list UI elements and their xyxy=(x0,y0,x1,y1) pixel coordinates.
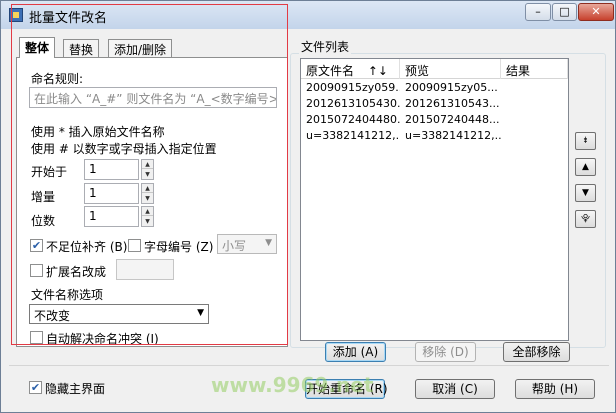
table-row[interactable]: 2012613105430... 201261310543... xyxy=(301,97,568,113)
hint-asterisk: 使用 * 插入原始文件名称 xyxy=(31,125,165,139)
chevron-down-icon: ▼ xyxy=(197,308,204,318)
cell-preview: 201261310543... xyxy=(405,97,500,110)
naming-rule-placeholder: 在此输入 “A_#” 则文件名为 “A_<数字编号>” xyxy=(34,92,277,106)
move-down-icon: ▼ xyxy=(582,188,589,198)
column-original-label: 原文件名 xyxy=(306,64,355,78)
hint-hash: 使用 # 以数字或字母插入指定位置 xyxy=(31,142,217,156)
move-bottom-button[interactable]: ⯓ xyxy=(575,210,596,228)
help-button[interactable]: 帮助 (H) xyxy=(515,379,595,399)
move-up-icon: ▲ xyxy=(582,162,589,172)
name-options-select[interactable]: 不改变 ▼ xyxy=(29,304,209,324)
step-label: 增量 xyxy=(31,190,56,204)
step-input[interactable]: 1 xyxy=(84,183,139,204)
overall-panel: 命名规则: 在此输入 “A_#” 则文件名为 “A_<数字编号>” 使用 * 插… xyxy=(16,57,288,347)
column-result[interactable]: 结果 xyxy=(501,59,568,79)
pad-label: 不足位补齐 (B) xyxy=(46,240,128,254)
window-title: 批量文件改名 xyxy=(29,11,108,26)
start-input[interactable]: 1 xyxy=(84,159,139,180)
digits-input[interactable]: 1 xyxy=(84,206,139,227)
case-select-value: 小写 xyxy=(222,239,247,253)
ext-checkbox[interactable] xyxy=(30,264,43,277)
move-top-button[interactable]: ⯒ xyxy=(575,132,596,150)
hide-main-checkbox[interactable]: ✔ xyxy=(29,381,42,394)
case-select[interactable]: 小写 ▼ xyxy=(217,234,277,254)
start-spinner[interactable]: ▲ ▼ xyxy=(141,159,154,180)
alpha-label: 字母编号 (Z) xyxy=(144,240,214,254)
app-icon xyxy=(9,8,23,22)
cell-preview: 201507240448... xyxy=(405,113,500,126)
tab-overall[interactable]: 整体 xyxy=(19,37,56,58)
file-list-header: 原文件名 ↑↓ 预览 结果 xyxy=(301,59,568,79)
move-up-button[interactable]: ▲ xyxy=(575,158,596,176)
move-bottom-icon: ⯓ xyxy=(581,214,590,224)
chevron-down-icon: ▼ xyxy=(265,238,272,248)
spin-down-icon[interactable]: ▼ xyxy=(142,170,153,179)
remove-button[interactable]: 移除 (D) xyxy=(415,342,476,362)
hide-main-label: 隐藏主界面 xyxy=(45,382,106,396)
spin-up-icon[interactable]: ▲ xyxy=(142,160,153,169)
table-row[interactable]: 2015072404480... 201507240448... xyxy=(301,113,568,129)
name-options-label: 文件名称选项 xyxy=(31,288,104,302)
cell-original: u=3382141212,... xyxy=(306,129,400,142)
pad-checkbox[interactable]: ✔ xyxy=(30,239,43,252)
column-preview[interactable]: 预览 xyxy=(400,59,501,79)
spin-up-icon[interactable]: ▲ xyxy=(142,207,153,216)
digits-spinner[interactable]: ▲ ▼ xyxy=(141,206,154,227)
close-button[interactable]: ✕ xyxy=(578,3,614,21)
naming-rule-input[interactable]: 在此输入 “A_#” 则文件名为 “A_<数字编号>” xyxy=(29,87,277,108)
spin-down-icon[interactable]: ▼ xyxy=(142,194,153,203)
spin-up-icon[interactable]: ▲ xyxy=(142,184,153,193)
digits-label: 位数 xyxy=(31,214,56,228)
maximize-button[interactable]: □ xyxy=(552,3,577,21)
cell-original: 2012613105430... xyxy=(306,97,400,110)
remove-all-button[interactable]: 全部移除 xyxy=(503,342,570,362)
ext-label: 扩展名改成 xyxy=(46,265,107,279)
cancel-button[interactable]: 取消 (C) xyxy=(415,379,495,399)
divider xyxy=(9,365,609,366)
start-label: 开始于 xyxy=(31,165,68,179)
auto-resolve-checkbox[interactable] xyxy=(30,331,43,344)
cell-original: 2015072404480... xyxy=(306,113,400,126)
cell-preview: u=3382141212,... xyxy=(405,129,501,142)
add-button[interactable]: 添加 (A) xyxy=(325,342,386,362)
rename-dialog: 批量文件改名 – □ ✕ 整体 替换 添加/删除 命名规则: 在此输入 “A_#… xyxy=(0,0,616,413)
spin-down-icon[interactable]: ▼ xyxy=(142,217,153,226)
table-row[interactable]: u=3382141212,... u=3382141212,... xyxy=(301,129,568,145)
tab-replace[interactable]: 替换 xyxy=(63,39,100,57)
tab-add-delete[interactable]: 添加/删除 xyxy=(108,39,173,57)
cell-original: 20090915zy059... xyxy=(306,81,400,94)
column-original[interactable]: 原文件名 ↑↓ xyxy=(301,59,400,79)
auto-resolve-label: 自动解决命名冲突 (I) xyxy=(46,332,159,346)
step-spinner[interactable]: ▲ ▼ xyxy=(141,183,154,204)
cell-preview: 20090915zy05... xyxy=(405,81,498,94)
move-top-icon: ⯒ xyxy=(583,136,588,146)
sort-icon[interactable]: ↑↓ xyxy=(368,64,388,78)
alpha-checkbox[interactable] xyxy=(128,239,141,252)
ext-input[interactable] xyxy=(116,259,174,280)
start-rename-button[interactable]: 开始重命名 (R) xyxy=(305,379,388,399)
title-bar: 批量文件改名 – □ ✕ xyxy=(1,1,615,29)
file-list-title: 文件列表 xyxy=(299,38,352,55)
minimize-button[interactable]: – xyxy=(525,3,551,21)
naming-rule-label: 命名规则: xyxy=(31,72,84,86)
file-list[interactable]: 原文件名 ↑↓ 预览 结果 20090915zy059... 20090915z… xyxy=(300,58,569,341)
table-row[interactable]: 20090915zy059... 20090915zy05... xyxy=(301,81,568,97)
move-down-button[interactable]: ▼ xyxy=(575,184,596,202)
name-options-value: 不改变 xyxy=(34,309,71,323)
